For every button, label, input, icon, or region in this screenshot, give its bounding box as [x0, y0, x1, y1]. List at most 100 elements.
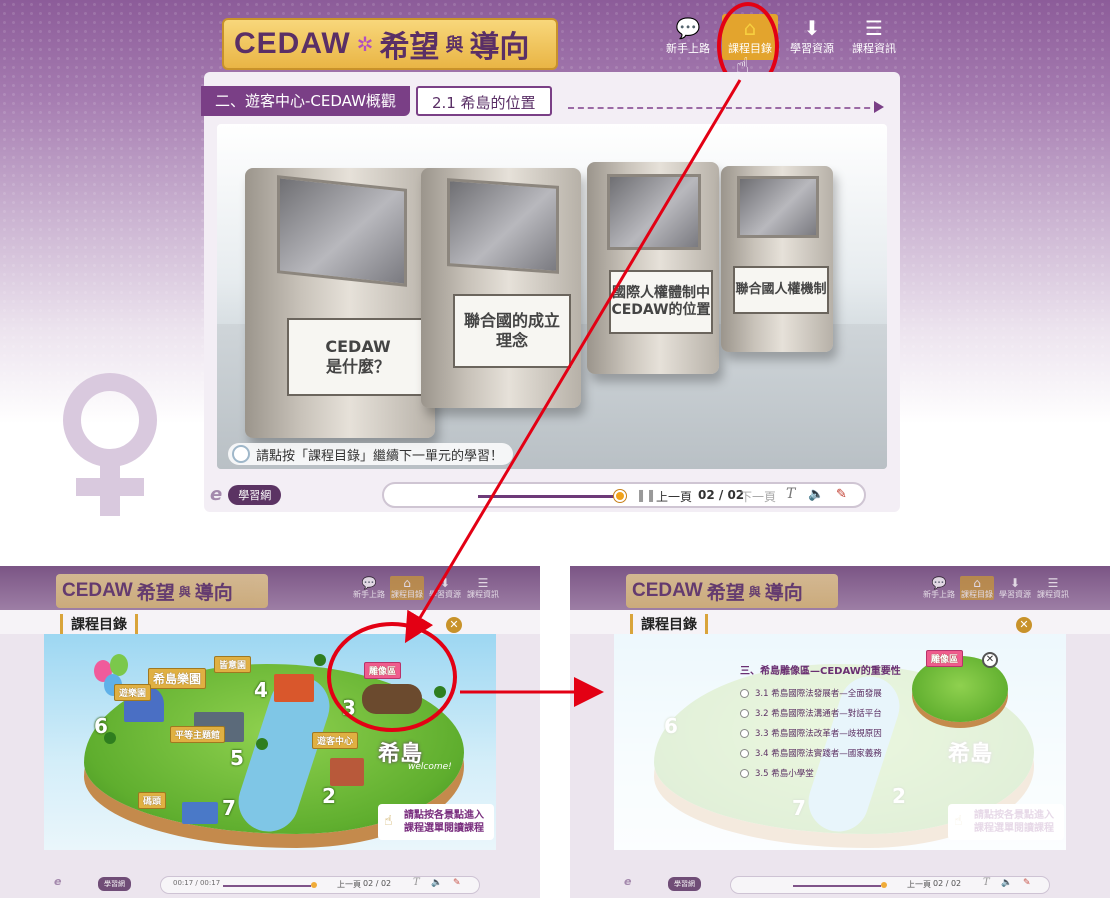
- mini-nav-info-label: 課程資訊: [467, 590, 499, 599]
- kiosk-label[interactable]: 聯合國人權機制: [733, 266, 829, 314]
- mini-nav-resources[interactable]: ⬇ 學習資源: [998, 576, 1032, 600]
- mini-logo-zh: 希望: [136, 581, 175, 604]
- next-page-button[interactable]: 下一頁: [740, 488, 776, 505]
- mini-logo-en: CEDAW: [62, 580, 133, 601]
- course-menu-panel: CEDAW 希望 與 導向 💬 新手上路 ⌂ 課程目錄 ⬇ 學習資源 ☰ 課程資訊 課程…: [0, 566, 540, 898]
- kiosk-screen: [737, 176, 819, 238]
- sign-visitor-center[interactable]: 遊客中心: [312, 732, 359, 749]
- submenu-item-label: 3.3 希島國際法改革者—歧視原因: [755, 729, 882, 739]
- progress-track[interactable]: [478, 495, 620, 498]
- star-icon: ✲: [356, 32, 374, 56]
- park-sign: 希島樂園: [148, 668, 207, 689]
- mini-progress-knob[interactable]: [881, 882, 887, 888]
- nav-resources-button[interactable]: ⬇ 學習資源: [784, 14, 840, 60]
- submenu-item-label: 3.1 希島國際法發展者—全面發展: [755, 689, 882, 699]
- close-icon[interactable]: ✕: [982, 652, 998, 668]
- download-icon: ⬇: [1009, 576, 1021, 590]
- home-icon: ⌂: [403, 576, 411, 590]
- magnifier-icon: [232, 445, 250, 463]
- mini-progress-track[interactable]: [223, 885, 311, 887]
- nav-resources-label: 學習資源: [790, 42, 834, 55]
- radio-icon: [740, 768, 749, 778]
- radio-icon: [740, 748, 749, 758]
- submenu-item[interactable]: 3.1 希島國際法發展者—全面發展: [740, 683, 910, 703]
- app-logo: CEDAW ✲ 希望 與 導向: [222, 18, 558, 70]
- mute-icon[interactable]: ✎: [836, 487, 847, 502]
- submenu-item[interactable]: 3.5 希島小學堂: [740, 763, 910, 783]
- welcome-text: welcome!: [408, 762, 452, 772]
- mini-progress-knob[interactable]: [311, 882, 317, 888]
- close-icon[interactable]: ✕: [446, 617, 462, 633]
- submenu-item[interactable]: 3.3 希島國際法改革者—歧視原因: [740, 723, 910, 743]
- sign-amusement-park[interactable]: 遊樂園: [114, 684, 152, 701]
- text-size-icon[interactable]: T: [786, 486, 795, 502]
- volume-icon[interactable]: 🔈: [1001, 878, 1012, 888]
- sign-dock[interactable]: 碼頭: [138, 792, 167, 809]
- pointer-hand-icon: ☝: [384, 813, 393, 829]
- mini-nav-course-menu-label: 課程目錄: [961, 590, 993, 599]
- mini-prev-button[interactable]: 上一頁: [337, 879, 361, 890]
- kiosk-screen: [277, 175, 407, 287]
- prev-page-button[interactable]: 上一頁: [656, 488, 692, 505]
- mini-nav-guide[interactable]: 💬 新手上路: [922, 576, 956, 600]
- kiosk-scene: CEDAW 是什麼？ 聯合國的成立 理念 國際人權體制中 CEDAW的位置 聯合國人權…: [217, 124, 887, 469]
- page-counter: 02 / 02: [698, 488, 745, 502]
- mini-nav-course-menu[interactable]: ⌂ 課程目錄: [390, 576, 424, 600]
- mini-prev-button[interactable]: 上一頁: [907, 879, 931, 890]
- mini-nav-info[interactable]: ☰ 課程資訊: [1036, 576, 1070, 600]
- mini-progress-track[interactable]: [793, 885, 881, 887]
- kiosk-un-founding[interactable]: 聯合國的成立 理念: [421, 168, 581, 408]
- dock-building[interactable]: [182, 802, 218, 824]
- map-tip: ☝ 請點按各景點進入課程選單閱讀課程: [378, 804, 494, 840]
- mini-nav-course-menu-label: 課程目錄: [391, 590, 423, 599]
- house-building[interactable]: [274, 674, 314, 702]
- mini-nav-resources[interactable]: ⬇ 學習資源: [428, 576, 462, 600]
- text-size-icon[interactable]: T: [413, 877, 420, 888]
- mute-icon[interactable]: ✎: [1023, 878, 1031, 888]
- mini-nav-resources-label: 學習資源: [999, 590, 1031, 599]
- radio-icon: [740, 688, 749, 698]
- kiosk-un-mechanism[interactable]: 聯合國人權機制: [721, 166, 833, 352]
- chat-icon: 💬: [361, 576, 377, 590]
- nav-info-button[interactable]: ☰ 課程資訊: [846, 14, 902, 60]
- mini-nav: 💬 新手上路 ⌂ 課程目錄 ⬇ 學習資源 ☰ 課程資訊: [352, 576, 500, 600]
- volume-icon[interactable]: 🔈: [808, 487, 824, 502]
- kiosk-label[interactable]: 聯合國的成立 理念: [453, 294, 571, 368]
- submenu-item[interactable]: 3.4 希島國際法實踐者—國家義務: [740, 743, 910, 763]
- e-logo-icon: e: [624, 875, 632, 888]
- breadcrumb-chapter: 二、遊客中心-CEDAW概觀: [201, 86, 410, 116]
- mini-nav-guide[interactable]: 💬 新手上路: [352, 576, 386, 600]
- submenu-item-label: 3.5 希島小學堂: [755, 769, 814, 779]
- breadcrumb: 二、遊客中心-CEDAW概觀 2.1 希島的位置: [201, 86, 552, 116]
- e-logo-icon: e: [54, 875, 62, 888]
- breadcrumb-section: 2.1 希島的位置: [415, 86, 552, 116]
- mini-nav-info[interactable]: ☰ 課程資訊: [466, 576, 500, 600]
- balloon-icon: [110, 654, 128, 676]
- submenu-item[interactable]: 3.2 希島國際法溝通者—對話平台: [740, 703, 910, 723]
- sign-garden[interactable]: 皆意園: [214, 656, 252, 673]
- e-logo-icon: e: [210, 484, 223, 505]
- download-icon: ⬇: [439, 576, 451, 590]
- close-icon[interactable]: ✕: [1016, 617, 1032, 633]
- progress-knob[interactable]: [614, 490, 626, 502]
- mute-icon[interactable]: ✎: [453, 878, 461, 888]
- hint-text: 請點按「課程目錄」繼續下一單元的學習！: [256, 448, 504, 464]
- submenu-item-label: 3.4 希島國際法實踐者—國家義務: [755, 749, 882, 759]
- hint-message: 請點按「課程目錄」繼續下一單元的學習！: [228, 443, 514, 465]
- logo-text-zh: 希望: [379, 30, 440, 65]
- nav-guide-button[interactable]: 💬 新手上路: [660, 14, 716, 60]
- submenu-panel: CEDAW 希望 與 導向 💬 新手上路 ⌂ 課程目錄 ⬇ 學習資源 ☰ 課程資訊 課程…: [570, 566, 1110, 898]
- text-size-icon[interactable]: T: [983, 877, 990, 888]
- tree: [314, 654, 326, 666]
- kiosk-label[interactable]: CEDAW 是什麼？: [287, 318, 429, 396]
- mini-nav-course-menu[interactable]: ⌂ 課程目錄: [960, 576, 994, 600]
- volume-icon[interactable]: 🔈: [431, 878, 442, 888]
- kiosk-cedaw[interactable]: CEDAW 是什麼？: [245, 168, 435, 438]
- pause-icon[interactable]: ❚❚: [636, 488, 656, 502]
- kiosk-label[interactable]: 國際人權體制中 CEDAW的位置: [609, 270, 713, 334]
- list-icon: ☰: [1047, 576, 1059, 590]
- visitor-center-building[interactable]: [330, 758, 364, 786]
- sign-equality-hall[interactable]: 平等主題館: [170, 726, 226, 743]
- mini-page-counter: 02 / 02: [363, 879, 392, 888]
- kiosk-human-rights-system[interactable]: 國際人權體制中 CEDAW的位置: [587, 162, 719, 374]
